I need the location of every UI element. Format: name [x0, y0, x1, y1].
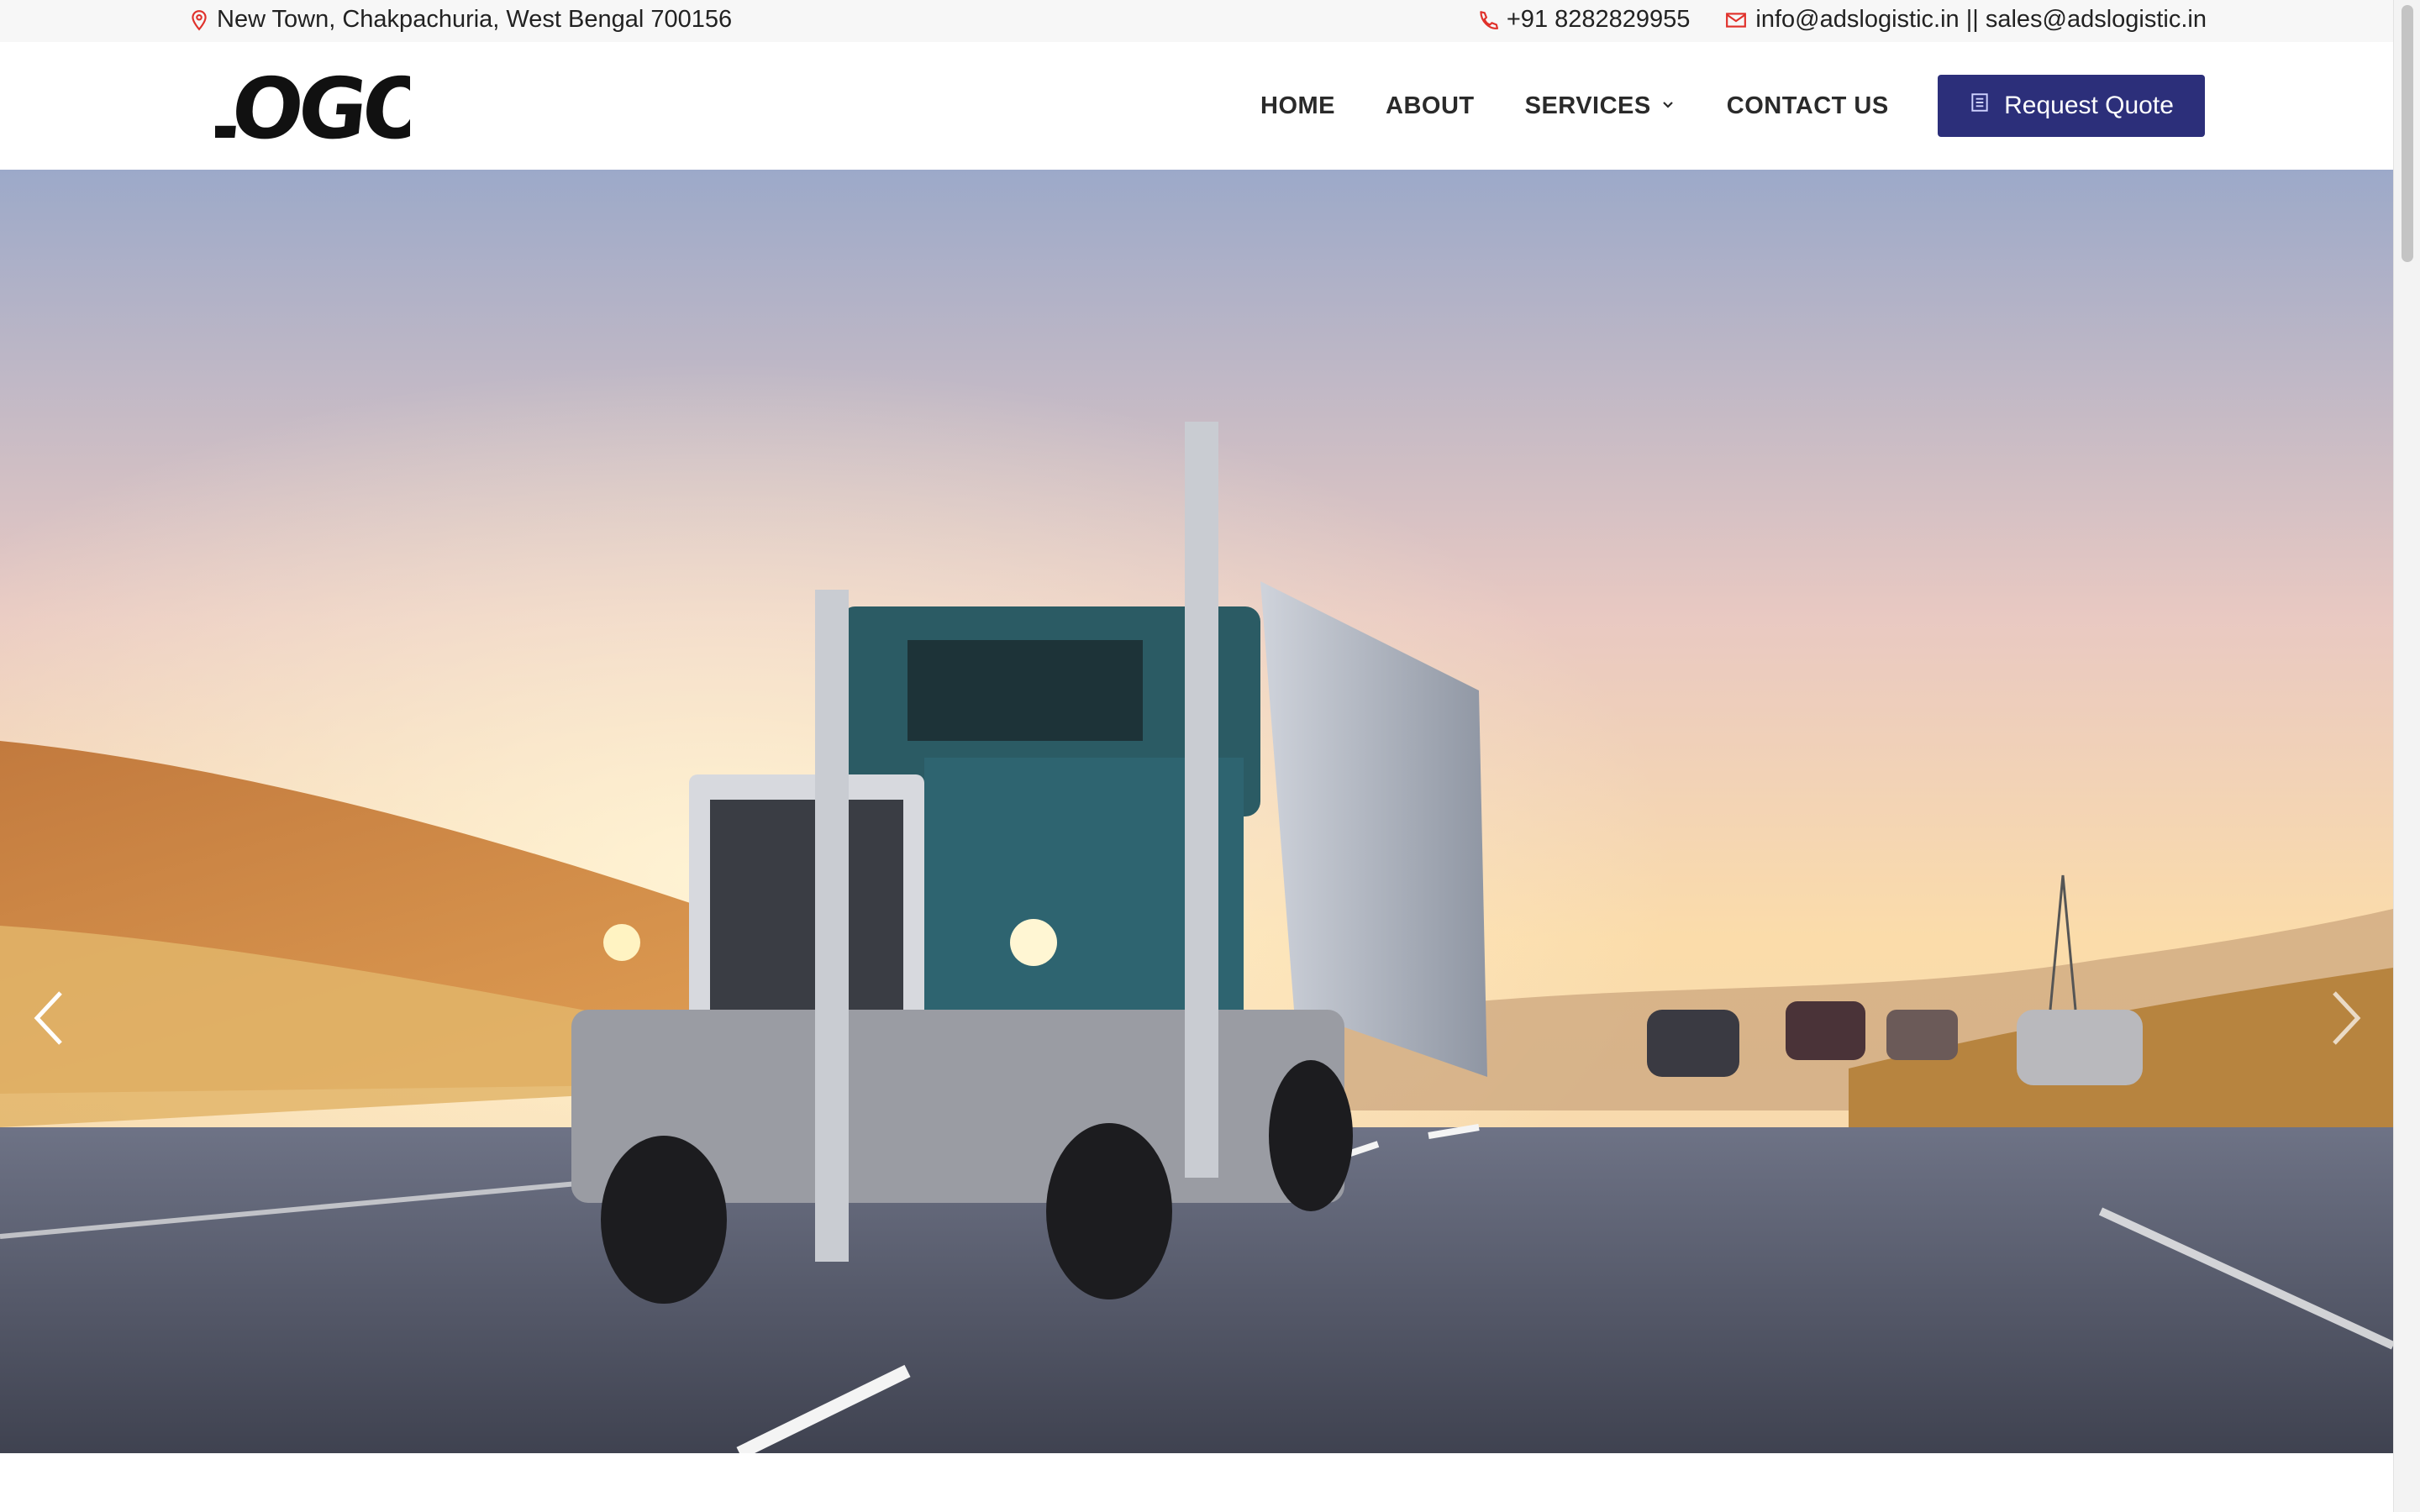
request-quote-button[interactable]: Request Quote: [1938, 75, 2205, 137]
nav-home[interactable]: HOME: [1260, 92, 1335, 120]
hero-slider: [0, 170, 2393, 1453]
top-info-bar: New Town, Chakpachuria, West Bengal 7001…: [0, 0, 2393, 42]
nav-contact-label: CONTACT US: [1726, 92, 1889, 119]
site-logo[interactable]: LOGO: [182, 60, 435, 158]
request-quote-label: Request Quote: [2004, 92, 2174, 119]
address-text: New Town, Chakpachuria, West Bengal 7001…: [217, 6, 733, 33]
hero-image-truck-on-highway: [0, 170, 2393, 1453]
next-slide-button[interactable]: [2319, 984, 2370, 1052]
nav-about[interactable]: ABOUT: [1386, 92, 1475, 120]
previous-slide-button[interactable]: [25, 984, 76, 1052]
scrollbar-thumb[interactable]: [2402, 5, 2413, 262]
nav-services[interactable]: SERVICES: [1525, 92, 1676, 120]
mail-icon: [1725, 9, 1747, 31]
location-icon: [188, 9, 210, 31]
nav-contact[interactable]: CONTACT US: [1727, 92, 1889, 120]
document-icon: [1969, 92, 1991, 120]
nav-services-label: SERVICES: [1524, 92, 1651, 119]
chevron-down-icon: [1660, 92, 1676, 120]
nav-home-label: HOME: [1260, 92, 1335, 119]
contact-block: +91 8282829955 info@adslogistic.in || sa…: [1476, 6, 2207, 34]
email-links[interactable]: info@adslogistic.in || sales@adslogistic…: [1755, 6, 2207, 34]
phone-link[interactable]: +91 8282829955: [1507, 6, 1691, 34]
main-nav: HOME ABOUT SERVICES CONTACT US: [1260, 42, 1939, 170]
site-header: LOGO HOME ABOUT SERVICES CONTACT US Requ…: [0, 42, 2393, 170]
svg-text:LOGO: LOGO: [215, 62, 410, 150]
nav-about-label: ABOUT: [1386, 92, 1475, 119]
address-block: New Town, Chakpachuria, West Bengal 7001…: [188, 6, 732, 34]
phone-icon: [1476, 9, 1498, 31]
page-scrollbar[interactable]: [2393, 0, 2420, 1512]
